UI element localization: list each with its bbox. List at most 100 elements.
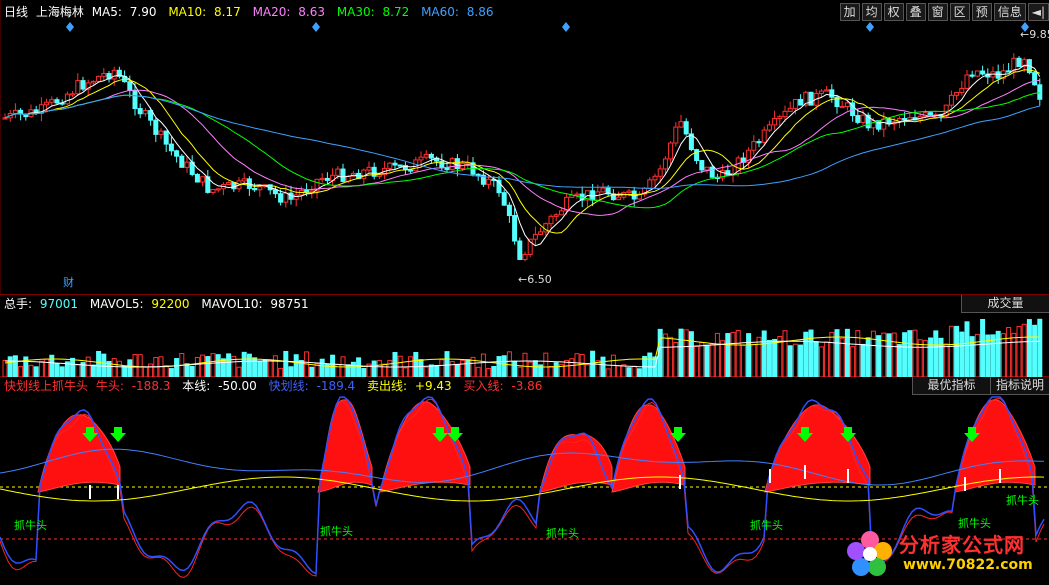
volume-bar: [829, 331, 835, 377]
field-base-line: 本线: -50.00: [182, 379, 261, 393]
field-buy-line: 买入线: -3.86: [464, 379, 547, 393]
buy-signal-label: 抓牛头: [750, 518, 783, 532]
field-fast-line: 快划线: -189.4: [269, 379, 360, 393]
total-volume-key: 总手:: [4, 297, 33, 311]
toolbar-overlay-button[interactable]: 叠: [905, 3, 926, 21]
volume-bar: [850, 346, 856, 377]
volume-bar: [787, 345, 793, 377]
volume-bar: [694, 345, 700, 377]
toolbar-rights-button[interactable]: 权: [883, 3, 904, 21]
candle-body: [168, 143, 174, 152]
candle-body: [574, 193, 580, 196]
candle-body: [652, 175, 658, 181]
ma5-label: MA5: 7.90: [92, 5, 161, 19]
volume-bar: [54, 363, 60, 377]
toolbar-collapse-button[interactable]: ◄|: [1027, 3, 1049, 21]
ma10-key: MA10:: [168, 5, 207, 19]
indicator-help-tab[interactable]: 指标说明: [990, 377, 1049, 395]
event-diamond-icon: [562, 22, 570, 32]
toolbar-average-button[interactable]: 均: [861, 3, 882, 21]
volume-bar: [7, 356, 13, 377]
candle-body: [558, 210, 564, 216]
candle-body: [283, 192, 289, 203]
candle-body: [241, 178, 247, 182]
volume-bar: [917, 339, 923, 377]
volume-bar: [59, 366, 65, 377]
toolbar-window-button[interactable]: 窗: [927, 3, 948, 21]
candle-body: [777, 116, 783, 119]
volume-bar: [194, 356, 200, 377]
volume-bar: [1021, 323, 1027, 377]
candle-body: [231, 182, 237, 190]
candle-body: [75, 80, 81, 95]
volume-bar: [782, 330, 788, 377]
candle-body: [678, 121, 684, 128]
candle-body: [798, 98, 804, 106]
toolbar-info-button[interactable]: 信息: [993, 3, 1026, 21]
volume-bar: [751, 343, 757, 377]
ma5-line: [4, 64, 1041, 247]
ma5-key: MA5:: [91, 5, 122, 19]
best-indicator-tab[interactable]: 最优指标: [912, 377, 990, 395]
price-chart-panel[interactable]: ←9.85 ←6.50 财 日线 上海梅林 MA5: 7.90 MA10: 8.17…: [0, 0, 1049, 295]
volume-bar: [205, 356, 211, 377]
volume-bar: [678, 328, 684, 377]
volume-bar: [1026, 319, 1032, 377]
volume-bar: [496, 356, 502, 377]
ma5-value: 7.90: [129, 5, 157, 19]
volume-bar: [564, 359, 570, 377]
candle-body: [184, 161, 190, 168]
candle-body: [376, 174, 382, 177]
volume-bar: [75, 364, 81, 377]
candle-body: [80, 80, 86, 90]
volume-bar: [532, 360, 538, 377]
price-legend: 日线 上海梅林 MA5: 7.90 MA10: 8.17 MA20: 8.63 …: [4, 4, 501, 20]
candle-body: [829, 89, 835, 98]
volume-bar: [272, 355, 278, 377]
volume-bar: [756, 336, 762, 377]
candle-body: [340, 168, 346, 182]
candle-body: [210, 189, 216, 193]
field-buy-line-value: -3.86: [511, 379, 543, 393]
candle-body: [980, 70, 986, 75]
volume-bar: [584, 364, 590, 377]
field-bull-head: 牛头: -188.3: [96, 379, 175, 393]
volume-bar: [491, 366, 497, 377]
candle-body: [907, 117, 913, 121]
volume-bar: [896, 344, 902, 377]
site-watermark: 分析家公式网 www.70822.com: [843, 527, 1043, 579]
candle-body: [766, 124, 772, 131]
toolbar-add-button[interactable]: 加: [839, 3, 860, 21]
ma30-label: MA30: 8.72: [337, 5, 413, 19]
toolbar-range-button[interactable]: 区: [949, 3, 970, 21]
candle-body: [761, 129, 767, 143]
candle-body: [522, 253, 528, 260]
candle-body: [668, 142, 674, 160]
volume-bar: [860, 343, 866, 377]
volume-panel[interactable]: 总手: 97001 MAVOL5: 92200 MAVOL10: 98751 成…: [0, 295, 1049, 377]
volume-bar: [460, 359, 466, 377]
candle-body: [974, 70, 980, 77]
candlestick-chart[interactable]: ←9.85 ←6.50 财: [0, 0, 1049, 295]
volume-bar: [96, 350, 102, 377]
ma60-label: MA60: 8.86: [421, 5, 497, 19]
field-sell-line-value: +9.43: [414, 379, 452, 393]
toolbar-forecast-button[interactable]: 预: [971, 3, 992, 21]
candle-body: [548, 215, 554, 225]
watermark-title: 分析家公式网: [899, 533, 1025, 557]
volume-bar: [90, 364, 96, 377]
volume-bar: [38, 360, 44, 377]
candle-body: [2, 117, 8, 120]
candle-body: [127, 81, 133, 91]
volume-bar: [392, 352, 398, 377]
candle-body: [1016, 57, 1022, 68]
volume-bar: [1011, 332, 1017, 377]
volume-tab[interactable]: 成交量: [961, 295, 1049, 313]
volume-bar: [1016, 325, 1022, 377]
candle-body: [423, 153, 429, 158]
volume-bar: [714, 332, 720, 377]
volume-bar: [839, 337, 845, 377]
volume-bar: [605, 368, 611, 377]
candle-body: [808, 91, 814, 106]
volume-bar: [740, 344, 746, 377]
